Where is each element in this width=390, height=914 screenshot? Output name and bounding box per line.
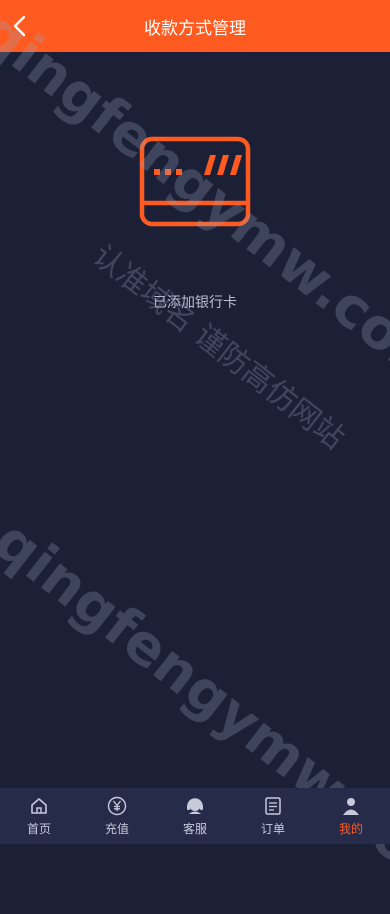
- tab-service[interactable]: 客服: [156, 788, 234, 844]
- bank-card-icon: [138, 136, 252, 228]
- tab-home[interactable]: 首页: [0, 788, 78, 844]
- empty-state-text: 已添加银行卡: [153, 295, 237, 311]
- headset-icon: [185, 796, 205, 816]
- user-icon: [341, 796, 361, 816]
- tab-orders[interactable]: 订单: [234, 788, 312, 844]
- yen-icon: [107, 796, 127, 816]
- tab-label: 订单: [260, 822, 285, 836]
- home-icon: [29, 796, 49, 816]
- back-arrow-icon[interactable]: [10, 14, 30, 38]
- header-bar: 收款方式管理: [0, 0, 390, 52]
- page-title: 收款方式管理: [144, 18, 246, 39]
- tab-label: 充值: [104, 822, 129, 836]
- order-icon: [263, 796, 283, 816]
- tab-label: 我的: [338, 822, 363, 836]
- tab-label: 首页: [26, 822, 51, 836]
- watermark-domain-bottom: qingfengymw.com: [0, 508, 390, 914]
- tab-label: 客服: [182, 822, 207, 836]
- watermark-slogan: 认准域名 谨防高仿网站: [85, 238, 352, 457]
- bottom-tabbar: 首页 充值 客服 订单 我的: [0, 788, 390, 844]
- tab-recharge[interactable]: 充值: [78, 788, 156, 844]
- tab-mine[interactable]: 我的: [312, 788, 390, 844]
